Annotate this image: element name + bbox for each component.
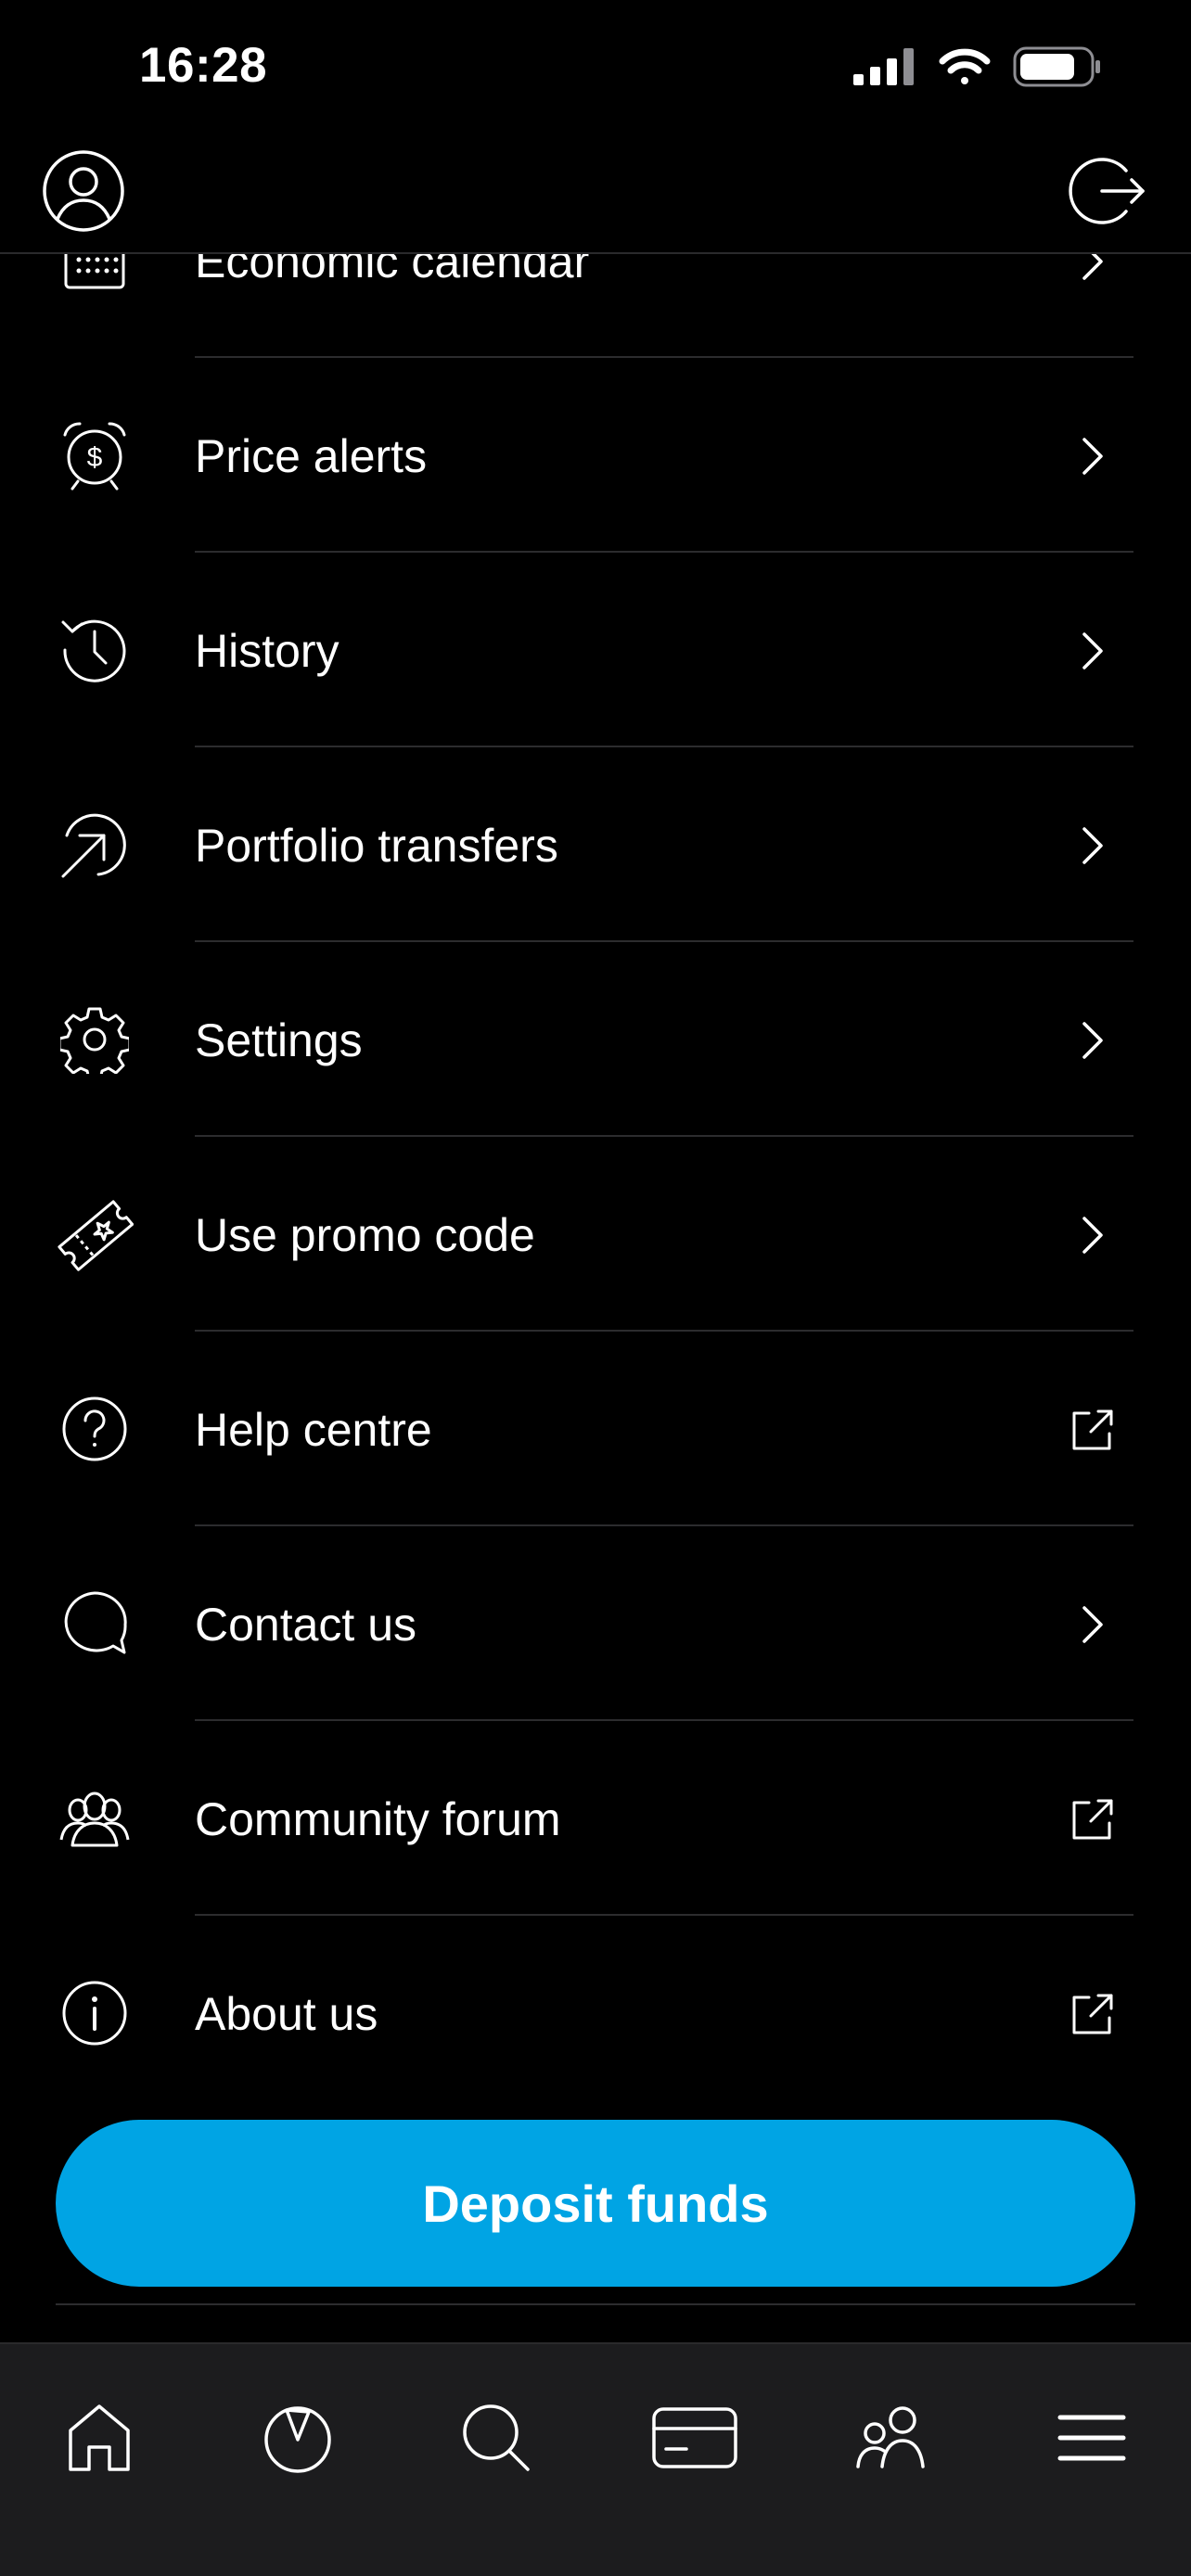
info-circle-icon	[56, 1974, 134, 2052]
menu-item-price-alerts[interactable]: $ Price alerts	[0, 358, 1191, 553]
external-link-icon	[1067, 1988, 1119, 2040]
chevron-right-icon	[1067, 625, 1119, 677]
tab-search[interactable]	[436, 2370, 557, 2509]
tab-portfolio[interactable]	[237, 2370, 358, 2509]
ticket-star-icon	[56, 1195, 134, 1273]
deposit-area: Deposit funds	[0, 2107, 1191, 2342]
menu-item-help-centre[interactable]: Help centre	[0, 1332, 1191, 1526]
menu-item-label: History	[195, 625, 339, 677]
transfer-arrow-icon	[56, 806, 134, 884]
menu-icon	[1057, 2412, 1127, 2468]
external-link-icon	[1067, 1404, 1119, 1456]
tab-menu[interactable]	[1031, 2370, 1152, 2509]
svg-text:$: $	[87, 442, 103, 473]
menu-item-label: Price alerts	[195, 430, 428, 482]
alarm-dollar-icon: $	[56, 416, 134, 494]
question-circle-icon	[56, 1390, 134, 1468]
card-icon	[651, 2406, 738, 2474]
tab-home[interactable]	[39, 2370, 160, 2509]
home-icon	[67, 2403, 132, 2478]
menu-item-label: Help centre	[195, 1404, 432, 1456]
signal-icon	[853, 48, 916, 90]
chevron-right-icon	[1067, 1209, 1119, 1261]
menu-item-about-us[interactable]: About us	[0, 1916, 1191, 2111]
menu-item-history[interactable]: History	[0, 553, 1191, 747]
header	[0, 139, 1191, 254]
portfolio-pie-icon	[261, 2401, 335, 2480]
status-time: 16:28	[139, 38, 268, 93]
menu-list: Economic calendar $ Price alerts History…	[0, 163, 1191, 2111]
tab-community[interactable]	[833, 2370, 954, 2509]
menu-item-label: Community forum	[195, 1793, 561, 1845]
menu-item-settings[interactable]: Settings	[0, 942, 1191, 1137]
menu-item-label: Portfolio transfers	[195, 820, 558, 872]
chevron-right-icon	[1067, 1599, 1119, 1651]
status-icons	[853, 46, 1102, 92]
community-icon	[854, 2405, 932, 2475]
battery-icon	[1013, 46, 1102, 92]
menu-item-contact-us[interactable]: Contact us	[0, 1526, 1191, 1721]
status-bar: 16:28	[0, 0, 1191, 139]
people-group-icon	[56, 1779, 134, 1857]
menu-item-label: Settings	[195, 1014, 363, 1066]
menu-item-portfolio-transfers[interactable]: Portfolio transfers	[0, 747, 1191, 942]
profile-button[interactable]	[37, 147, 130, 239]
wifi-icon	[937, 46, 992, 92]
menu-item-label: About us	[195, 1988, 378, 2040]
menu-item-label: Use promo code	[195, 1209, 535, 1261]
gear-icon	[56, 1001, 134, 1078]
logout-button[interactable]	[1061, 147, 1154, 239]
menu-item-community-forum[interactable]: Community forum	[0, 1721, 1191, 1916]
menu-item-label: Contact us	[195, 1599, 417, 1651]
divider	[56, 2303, 1135, 2305]
deposit-funds-button[interactable]: Deposit funds	[56, 2120, 1135, 2287]
chevron-right-icon	[1067, 820, 1119, 872]
tab-card[interactable]	[634, 2370, 755, 2509]
search-icon	[459, 2401, 533, 2480]
screen: Economic calendar $ Price alerts History…	[0, 0, 1191, 2576]
external-link-icon	[1067, 1793, 1119, 1845]
chat-bubble-icon	[56, 1585, 134, 1663]
menu-item-use-promo-code[interactable]: Use promo code	[0, 1137, 1191, 1332]
history-clock-icon	[56, 611, 134, 689]
profile-icon	[41, 148, 126, 238]
chevron-right-icon	[1067, 1014, 1119, 1066]
tab-bar	[0, 2342, 1191, 2576]
chevron-right-icon	[1067, 430, 1119, 482]
logout-icon	[1069, 152, 1146, 235]
